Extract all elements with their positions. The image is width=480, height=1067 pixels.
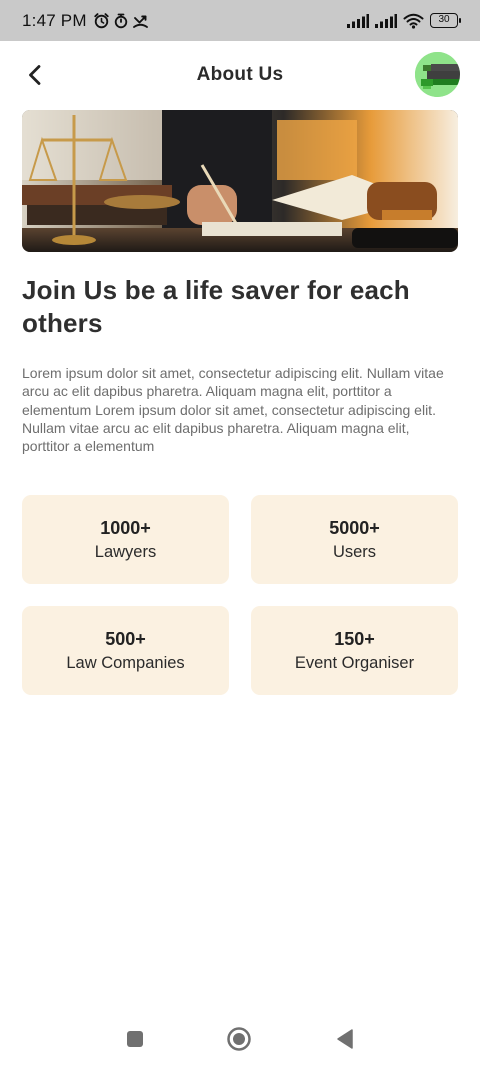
home-icon [227,1027,251,1051]
stat-card-lawyers: 1000+ Lawyers [22,495,229,584]
timer-icon [114,13,127,29]
stat-value: 500+ [105,628,146,649]
status-right: 30 [347,13,461,29]
system-back-button[interactable] [332,1026,358,1052]
chevron-left-icon [29,65,41,85]
stat-label: Users [332,542,377,561]
system-nav-bar [0,1010,480,1067]
stat-label: Law Companies [66,653,185,672]
app-header: About Us [0,41,480,109]
stat-value: 150+ [334,628,375,649]
stat-value: 1000+ [100,517,151,538]
headline: Join Us be a life saver for each others [22,275,410,338]
profile-avatar[interactable] [415,52,460,97]
home-button[interactable] [226,1026,252,1052]
law-office-photo [22,110,458,252]
back-button[interactable] [22,61,48,89]
stat-value: 5000+ [329,517,380,538]
recent-apps-button[interactable] [122,1026,148,1052]
stat-label: Lawyers [94,542,157,561]
status-notification-icons [93,12,149,29]
stat-card-event-organiser: 150+ Event Organiser [251,606,458,695]
description-text: Lorem ipsum dolor sit amet, consectetur … [22,365,444,455]
status-time: 1:47 PM [22,10,87,30]
back-triangle-icon [337,1029,353,1049]
status-left: 1:47 PM [22,11,149,31]
battery-level: 30 [438,14,450,25]
stat-card-users: 5000+ Users [251,495,458,584]
stat-card-law-companies: 500+ Law Companies [22,606,229,695]
alarm-icon [94,13,109,29]
page-title: About Us [196,64,284,85]
hero-image [22,110,458,252]
signal-icon [347,13,369,28]
battery-icon: 30 [430,13,461,28]
wifi-icon [403,13,424,29]
missed-call-icon [132,15,148,28]
signal-icon [375,13,397,28]
avatar-image [415,52,460,97]
recent-apps-icon [127,1031,143,1047]
status-bar: 1:47 PM 30 [0,0,480,41]
stat-label: Event Organiser [294,653,415,672]
